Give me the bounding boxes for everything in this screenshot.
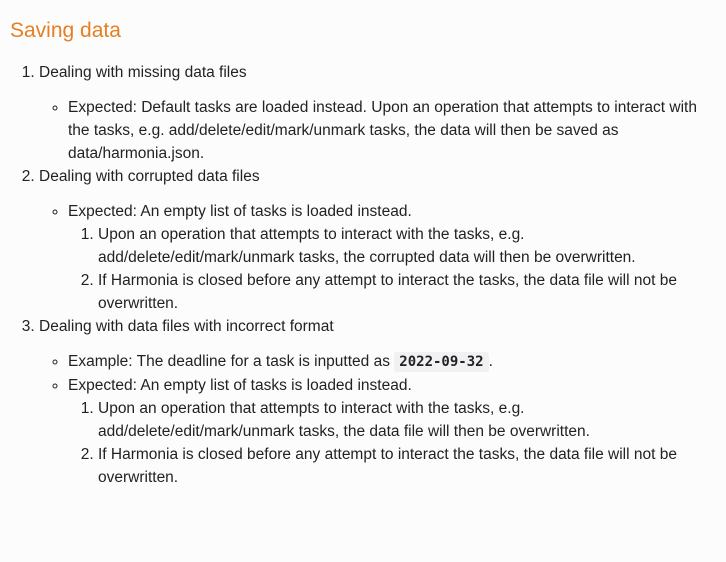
inline-code: 2022-09-32: [394, 352, 489, 372]
inner-list: Upon an operation that attempts to inter…: [68, 397, 716, 489]
list-item-incorrect-format: Dealing with data files with incorrect f…: [39, 315, 716, 489]
list-item-missing-files: Dealing with missing data files Expected…: [39, 61, 716, 165]
inner-list-item: Upon an operation that attempts to inter…: [98, 397, 716, 443]
inner-list-item: Upon an operation that attempts to inter…: [98, 223, 716, 269]
expected-point: Expected: An empty list of tasks is load…: [68, 200, 716, 315]
document-page: Saving data Dealing with missing data fi…: [0, 0, 726, 489]
sub-list: Example: The deadline for a task is inpu…: [39, 350, 716, 489]
example-suffix: .: [488, 353, 493, 370]
expected-point: Expected: Default tasks are loaded inste…: [68, 96, 716, 165]
expected-text: Expected: An empty list of tasks is load…: [68, 377, 412, 394]
inner-list-item: If Harmonia is closed before any attempt…: [98, 443, 716, 489]
testing-steps-list: Dealing with missing data files Expected…: [10, 61, 716, 489]
list-item-corrupted-files: Dealing with corrupted data files Expect…: [39, 165, 716, 315]
example-text: Example: The deadline for a task is inpu…: [68, 353, 390, 370]
list-item-title: Dealing with corrupted data files: [39, 168, 260, 185]
list-item-title: Dealing with missing data files: [39, 64, 247, 81]
list-item-title: Dealing with data files with incorrect f…: [39, 318, 334, 335]
sub-list: Expected: An empty list of tasks is load…: [39, 200, 716, 315]
section-heading: Saving data: [10, 19, 121, 42]
example-point: Example: The deadline for a task is inpu…: [68, 350, 716, 374]
inner-list-item: If Harmonia is closed before any attempt…: [98, 269, 716, 315]
inner-list: Upon an operation that attempts to inter…: [68, 223, 716, 315]
expected-point: Expected: An empty list of tasks is load…: [68, 374, 716, 489]
sub-list: Expected: Default tasks are loaded inste…: [39, 96, 716, 165]
expected-text: Expected: An empty list of tasks is load…: [68, 203, 412, 220]
